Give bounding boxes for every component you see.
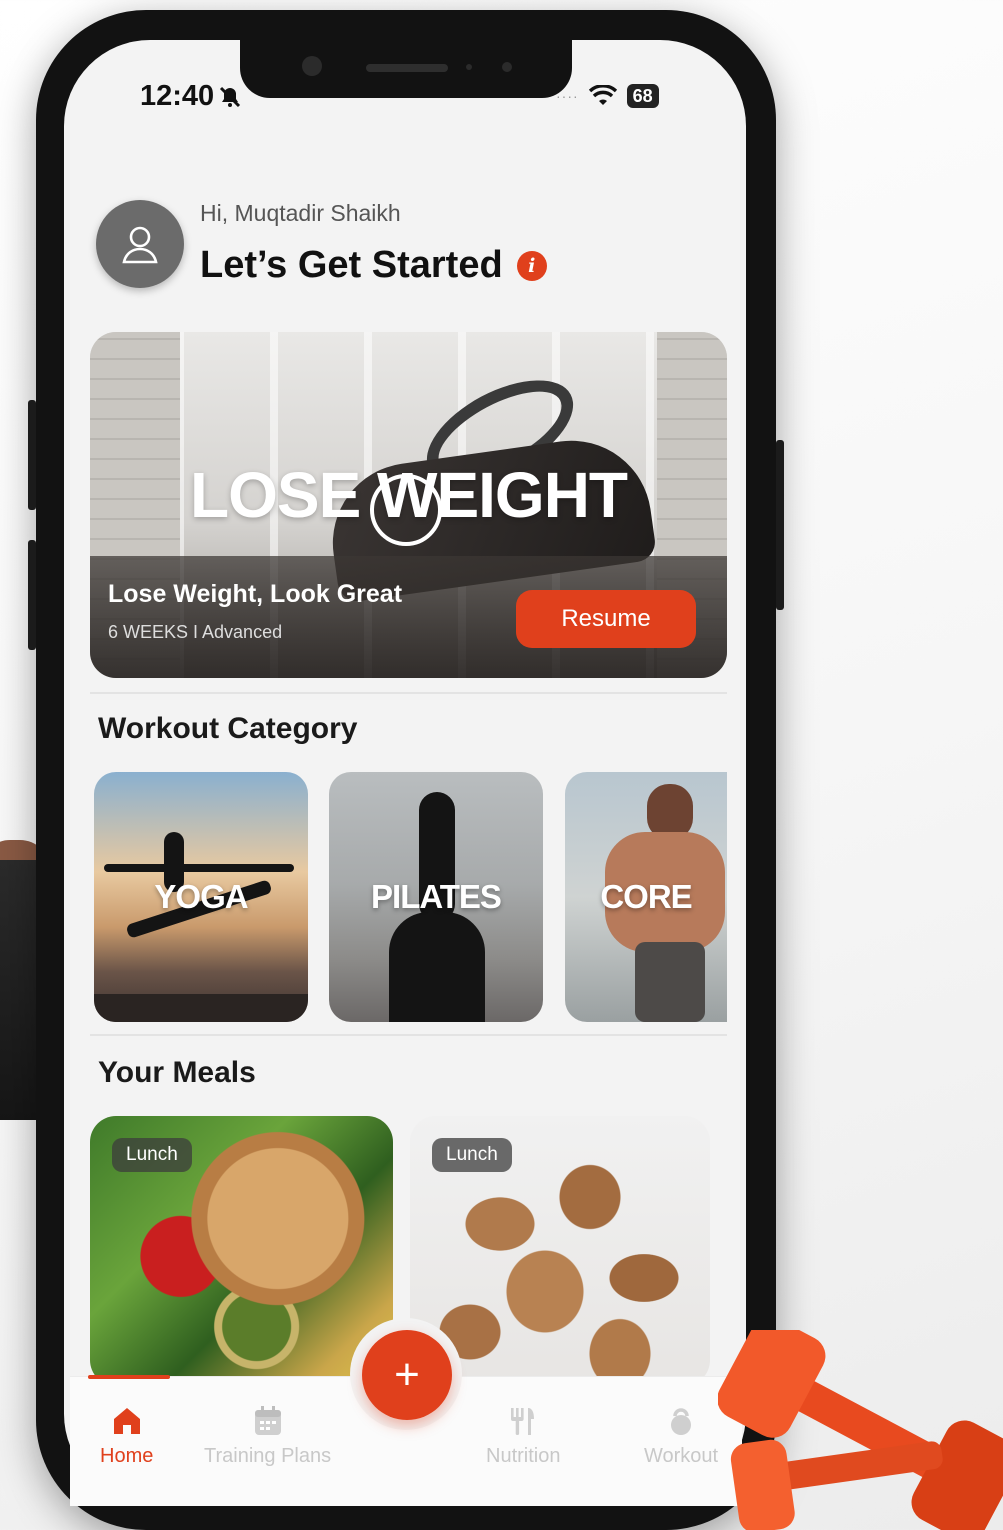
meal-card[interactable]: Lunch <box>90 1116 393 1386</box>
nav-nutrition[interactable]: Nutrition <box>486 1405 560 1468</box>
greeting-text: Hi, Muqtadir Shaikh <box>200 200 401 226</box>
workout-category-title: Workout Category <box>98 712 358 745</box>
meal-tag: Lunch <box>112 1138 192 1172</box>
category-label: PILATES <box>371 878 502 915</box>
add-button[interactable]: + <box>362 1330 452 1420</box>
calendar-icon <box>254 1406 281 1435</box>
your-meals-title: Your Meals <box>98 1056 256 1089</box>
avatar[interactable] <box>96 200 184 288</box>
page-title: Let’s Get Started i <box>200 244 547 287</box>
page-title-text: Let’s Get Started <box>200 244 503 286</box>
status-time: 12:40 <box>140 80 242 113</box>
meal-tag: Lunch <box>432 1138 512 1172</box>
info-icon[interactable]: i <box>516 250 547 281</box>
divider <box>90 692 727 694</box>
sensor-dot <box>466 64 472 70</box>
yoga-figure-arms <box>104 864 294 872</box>
pilates-figure-legs <box>389 912 485 1022</box>
nav-label: Nutrition <box>486 1445 561 1467</box>
play-icon[interactable] <box>370 474 442 546</box>
wifi-icon <box>588 85 617 105</box>
nav-home[interactable]: Home <box>100 1405 153 1468</box>
hero-meta: 6 WEEKS I Advanced <box>108 622 283 642</box>
yoga-ground <box>94 994 308 1022</box>
active-tab-indicator <box>88 1375 170 1379</box>
hero-program-card[interactable]: LOSE WEIGHT Lose Weight, Look Great 6 WE… <box>90 332 727 678</box>
nav-workout[interactable]: Workout <box>644 1405 718 1468</box>
nav-label: Training Plans <box>204 1445 332 1467</box>
nav-label: Home <box>100 1445 154 1467</box>
volume-up-button <box>28 400 36 510</box>
notch <box>240 40 572 98</box>
divider <box>90 1034 727 1036</box>
resume-button[interactable]: Resume <box>516 590 696 648</box>
camera <box>302 56 322 76</box>
sensor <box>502 62 512 72</box>
nav-label: Workout <box>644 1445 719 1467</box>
battery-indicator: 68 <box>626 84 659 108</box>
power-button <box>776 440 784 610</box>
home-icon <box>113 1408 140 1434</box>
mute-bell-icon <box>220 86 241 107</box>
category-label: CORE <box>600 878 692 915</box>
kettlebell-icon <box>671 1408 692 1435</box>
nav-training-plans[interactable]: Training Plans <box>204 1405 331 1468</box>
speaker <box>366 64 448 72</box>
category-label: YOGA <box>154 878 248 915</box>
category-card-yoga[interactable]: YOGA <box>94 772 308 1022</box>
volume-down-button <box>28 540 36 650</box>
core-figure-legs <box>635 942 705 1022</box>
user-icon <box>122 226 158 264</box>
utensils-icon <box>511 1408 535 1435</box>
status-right: ···· 68 <box>556 84 659 108</box>
hero-title: Lose Weight, Look Great <box>108 580 403 608</box>
category-card-pilates[interactable]: PILATES <box>329 772 543 1022</box>
meal-card[interactable]: Lunch <box>410 1116 710 1386</box>
dumbbell-image <box>718 1330 1003 1530</box>
category-card-core[interactable]: CORE <box>565 772 727 1022</box>
